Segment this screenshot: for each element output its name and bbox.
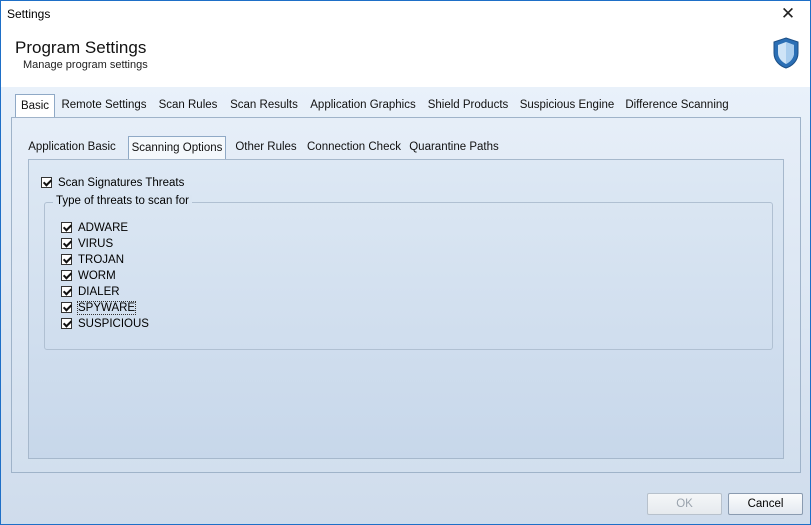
window-title: Settings (7, 7, 51, 21)
settings-body: Basic Remote Settings Scan Rules Scan Re… (1, 87, 810, 524)
page-subtitle: Manage program settings (23, 59, 148, 71)
checkbox-checked-icon[interactable] (61, 302, 72, 314)
checkbox-checked-icon[interactable] (61, 254, 72, 266)
tab-scanning-options[interactable]: Scanning Options (128, 136, 226, 160)
cancel-button[interactable]: Cancel (728, 493, 803, 515)
scan-signatures-checkbox[interactable]: Scan Signatures Threats (41, 175, 184, 189)
threat-checkbox-suspicious[interactable]: SUSPICIOUS (61, 316, 149, 330)
checkbox-checked-icon[interactable] (41, 177, 52, 189)
threat-checkbox-trojan[interactable]: TROJAN (61, 252, 124, 266)
threat-label: SPYWARE (76, 300, 137, 315)
threat-label: DIALER (78, 285, 120, 298)
tab-application-graphics[interactable]: Application Graphics (309, 95, 417, 117)
tab-suspicious-engine[interactable]: Suspicious Engine (519, 95, 615, 117)
threat-label: TROJAN (78, 253, 124, 266)
tab-remote-settings[interactable]: Remote Settings (60, 95, 148, 117)
tab-basic[interactable]: Basic (15, 94, 55, 118)
tab-quarantine-paths[interactable]: Quarantine Paths (409, 137, 499, 159)
tab-connection-check[interactable]: Connection Check (307, 137, 401, 159)
ok-button[interactable]: OK (647, 493, 722, 515)
checkbox-checked-icon[interactable] (61, 286, 72, 298)
title-bar: Settings ✕ (1, 1, 810, 27)
threat-label: WORM (78, 269, 116, 282)
settings-window: Settings ✕ Program Settings Manage progr… (0, 0, 811, 525)
tab-scan-results[interactable]: Scan Results (228, 95, 300, 117)
threat-checkbox-spyware[interactable]: SPYWARE (61, 300, 137, 315)
group-legend: Type of threats to scan for (53, 195, 192, 207)
threat-label: ADWARE (78, 221, 129, 234)
tab-difference-scanning[interactable]: Difference Scanning (624, 95, 730, 117)
scan-signatures-label: Scan Signatures Threats (58, 176, 185, 189)
tab-shield-products[interactable]: Shield Products (426, 95, 510, 117)
threat-checkbox-virus[interactable]: VIRUS (61, 236, 113, 250)
page-title: Program Settings (15, 38, 147, 57)
threat-label: SUSPICIOUS (78, 317, 149, 330)
threat-label: VIRUS (78, 237, 114, 250)
tab-application-basic[interactable]: Application Basic (24, 137, 120, 159)
dialog-footer: OK Cancel (1, 484, 810, 524)
checkbox-checked-icon[interactable] (61, 318, 72, 330)
tab-scan-rules[interactable]: Scan Rules (157, 95, 219, 117)
close-icon[interactable]: ✕ (766, 1, 810, 27)
checkbox-checked-icon[interactable] (61, 238, 72, 250)
tab-other-rules[interactable]: Other Rules (234, 137, 298, 159)
checkbox-checked-icon[interactable] (61, 270, 72, 282)
scanning-options-panel: Scan Signatures Threats Type of threats … (28, 159, 784, 459)
threat-types-group: Type of threats to scan for ADWARE VIRUS… (44, 195, 773, 350)
threat-checkbox-dialer[interactable]: DIALER (61, 284, 120, 298)
basic-tab-panel: Application Basic Scanning Options Other… (11, 117, 801, 473)
checkbox-checked-icon[interactable] (61, 222, 72, 234)
shield-icon (773, 37, 799, 69)
threat-checkbox-adware[interactable]: ADWARE (61, 220, 128, 234)
settings-header: Program Settings Manage program settings (1, 27, 810, 87)
threat-checkbox-worm[interactable]: WORM (61, 268, 116, 282)
